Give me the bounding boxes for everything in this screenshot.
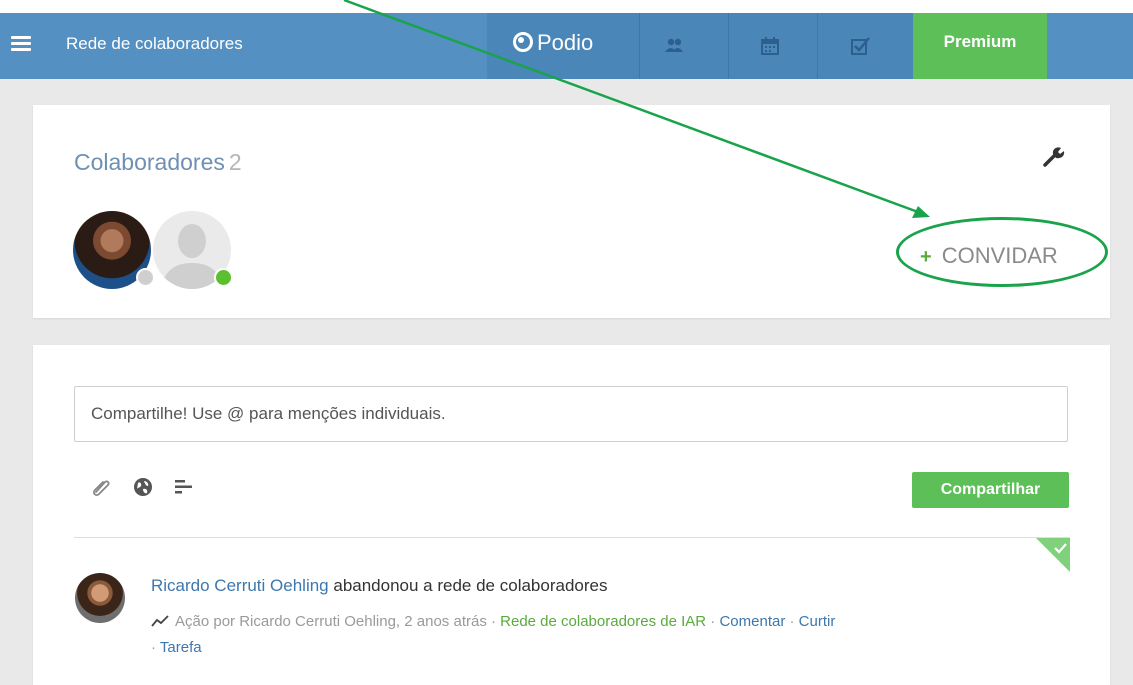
activity-action: abandonou a rede de colaboradores xyxy=(328,576,608,595)
podio-logo-text: Podio xyxy=(537,30,594,55)
menu-icon[interactable] xyxy=(11,36,31,52)
collaborators-card: Colaboradores 2 + CONVIDAR xyxy=(33,105,1110,318)
nav-separator xyxy=(639,13,640,79)
contacts-icon[interactable] xyxy=(663,35,685,57)
activity-avatar[interactable] xyxy=(75,573,125,623)
tasks-icon[interactable] xyxy=(849,35,871,57)
activity-trend-icon xyxy=(151,615,169,627)
wrench-icon[interactable] xyxy=(1041,143,1067,169)
top-strip xyxy=(0,0,1133,13)
activity-card: Compartilhe! Use @ para menções individu… xyxy=(33,345,1110,685)
podio-logo[interactable]: Podio xyxy=(513,30,593,56)
activity-meta-prefix: Ação por Ricardo Cerruti Oehling, 2 anos… xyxy=(175,613,501,630)
collaborators-count: 2 xyxy=(228,149,242,175)
share-input[interactable]: Compartilhe! Use @ para menções individu… xyxy=(74,386,1068,442)
avatar[interactable] xyxy=(73,211,155,289)
workspace-title[interactable]: Rede de colaboradores xyxy=(66,34,243,54)
globe-icon[interactable] xyxy=(131,475,155,499)
task-link[interactable]: Tarefa xyxy=(160,639,202,656)
avatar-placeholder[interactable] xyxy=(153,211,233,289)
paperclip-icon[interactable] xyxy=(89,475,113,499)
collaborators-title: Colaboradores xyxy=(74,149,225,175)
podio-logo-icon xyxy=(513,32,533,52)
annotation-ellipse xyxy=(896,217,1108,287)
activity-meta: Ação por Ricardo Cerruti Oehling, 2 anos… xyxy=(151,609,1076,661)
like-link[interactable]: Curtir xyxy=(799,613,836,630)
comment-link[interactable]: Comentar xyxy=(719,613,785,630)
collaborators-heading: Colaboradores 2 xyxy=(74,149,242,176)
new-item-flag-icon xyxy=(1036,538,1070,572)
meta-separator: · xyxy=(151,639,160,656)
nav-center-section: Podio xyxy=(487,13,913,79)
divider xyxy=(74,537,1070,538)
top-navbar: Rede de colaboradores Podio Premium xyxy=(0,13,1133,79)
online-status-dot xyxy=(214,268,233,287)
premium-button[interactable]: Premium xyxy=(913,13,1047,79)
workspace-link[interactable]: Rede de colaboradores de IAR xyxy=(500,613,706,630)
meta-separator: · xyxy=(706,613,720,630)
nav-separator xyxy=(817,13,818,79)
share-button[interactable]: Compartilhar xyxy=(912,472,1069,508)
nav-separator xyxy=(728,13,729,79)
list-icon[interactable] xyxy=(172,475,196,499)
activity-text: Ricardo Cerruti Oehling abandonou a rede… xyxy=(151,576,607,596)
calendar-icon[interactable] xyxy=(759,35,781,57)
activity-user-link[interactable]: Ricardo Cerruti Oehling xyxy=(151,576,329,595)
meta-separator: · xyxy=(785,613,799,630)
